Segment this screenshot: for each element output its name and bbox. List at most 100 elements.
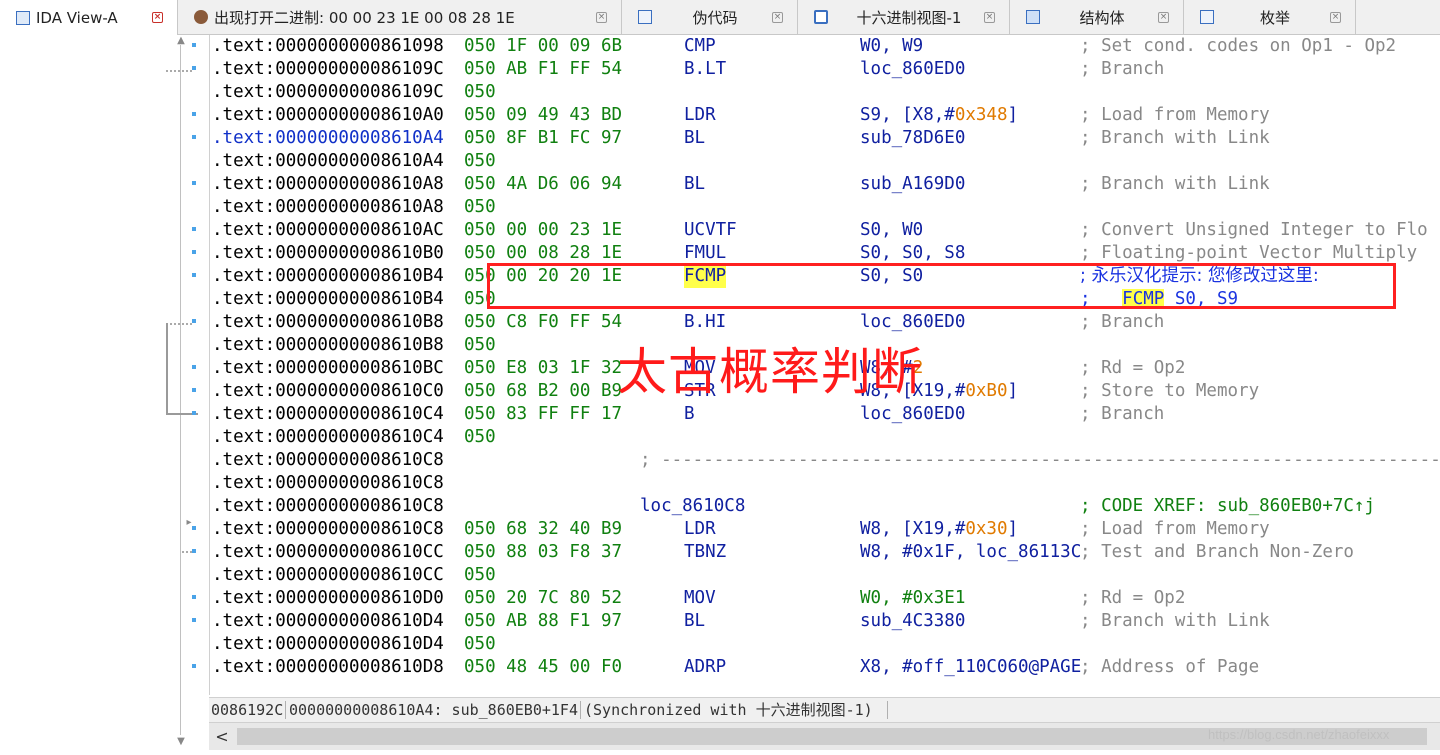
- row-operands[interactable]: sub_78D6E0: [860, 127, 965, 150]
- row-mnemonic[interactable]: CMP: [684, 35, 716, 58]
- tab-3[interactable]: 伪代码 ×: [622, 0, 798, 34]
- listing-row[interactable]: .text:00000000008610A8 050 4A D6 06 94 BL s…: [210, 173, 1440, 196]
- gutter-up-arrow-icon[interactable]: ▲: [176, 36, 186, 46]
- row-address: .text:00000000008610C8: [212, 450, 444, 470]
- row-mnemonic[interactable]: BL: [684, 127, 705, 150]
- row-operands[interactable]: S0, W0: [860, 219, 923, 242]
- listing-row[interactable]: .text:00000000008610B0 050 00 08 28 1E FMU…: [210, 242, 1440, 265]
- listing-row[interactable]: .text:00000000008610A0 050 09 49 43 BD LDR…: [210, 104, 1440, 127]
- row-operands[interactable]: loc_860ED0: [860, 311, 965, 334]
- row-mnemonic[interactable]: LDR: [684, 518, 716, 541]
- listing-row[interactable]: .text:00000000008610D4 050 AB 88 F1 97 BL s…: [210, 610, 1440, 633]
- row-xref[interactable]: ; CODE XREF: sub_860EB0+7C↑j: [1080, 495, 1375, 518]
- listing-row[interactable]: .text:00000000008610CC 050 88 03 F8 37 TBN…: [210, 541, 1440, 564]
- tab-label: 伪代码: [692, 8, 738, 27]
- row-address: .text:00000000008610C8: [212, 473, 444, 493]
- line-marker-icon: [192, 181, 196, 185]
- listing-row[interactable]: .text:000000000086109C 050: [210, 81, 1440, 104]
- line-marker-icon: [192, 319, 196, 323]
- tab-5[interactable]: 结构体 ×: [1010, 0, 1184, 34]
- tab-2[interactable]: 出现打开二进制: 00 00 23 1E 00 08 28 1E ×: [178, 0, 622, 34]
- row-operands[interactable]: S9, [X8,#0x348]: [860, 104, 1018, 127]
- close-icon[interactable]: ×: [772, 11, 783, 23]
- line-marker-icon: [192, 112, 196, 116]
- listing-row[interactable]: .text:00000000008610A4 050: [210, 150, 1440, 173]
- row-mnemonic[interactable]: FMUL: [684, 242, 726, 265]
- listing-row[interactable]: .text:00000000008610C4 050 83 FF FF 17 Blo…: [210, 403, 1440, 426]
- listing-row[interactable]: .text:000000000086109C 050 AB F1 FF 54 B.L…: [210, 58, 1440, 81]
- row-bytes: 050 AB 88 F1 97: [464, 611, 623, 631]
- close-icon[interactable]: ×: [984, 11, 995, 23]
- scroll-left-icon[interactable]: <: [209, 723, 235, 750]
- row-comment: ; Load from Memory: [1080, 519, 1270, 539]
- listing-row[interactable]: .text:0000000000861098 050 1F 00 09 6B CMP…: [210, 35, 1440, 58]
- row-operands[interactable]: S0, S0, S8: [860, 242, 965, 265]
- hex-view-icon: [814, 10, 828, 24]
- watermark: https://blog.csdn.net/zhaofeixxx: [1208, 727, 1390, 742]
- line-marker-icon: [192, 526, 196, 530]
- flow-arrow-branch: [166, 323, 192, 325]
- row-operands[interactable]: W0, W9: [860, 35, 923, 58]
- row-operands[interactable]: loc_860ED0: [860, 403, 965, 426]
- flow-arrow-line: [180, 45, 181, 735]
- gutter-down-arrow-icon[interactable]: ▼: [176, 737, 186, 747]
- listing-row[interactable]: .text:00000000008610C8: [210, 472, 1440, 495]
- row-address: .text:000000000086109C: [212, 82, 444, 102]
- listing-row[interactable]: .text:00000000008610D4 050: [210, 633, 1440, 656]
- listing-row[interactable]: .text:00000000008610C8 loc_8610C8 ; CODE X…: [210, 495, 1440, 518]
- close-icon[interactable]: ×: [152, 12, 163, 23]
- listing-row[interactable]: .text:00000000008610C8 050 68 32 40 B9 LDR…: [210, 518, 1440, 541]
- row-mnemonic[interactable]: B.HI: [684, 311, 726, 334]
- row-mnemonic[interactable]: TBNZ: [684, 541, 726, 564]
- line-marker-icon: [192, 135, 196, 139]
- row-operands[interactable]: sub_4C3380: [860, 610, 965, 633]
- row-bytes: 050 83 FF FF 17: [464, 404, 623, 424]
- row-mnemonic[interactable]: B.LT: [684, 58, 726, 81]
- listing-row[interactable]: .text:00000000008610C8 ; ----------------…: [210, 449, 1440, 472]
- listing-row[interactable]: .text:00000000008610CC 050: [210, 564, 1440, 587]
- row-operands[interactable]: loc_860ED0: [860, 58, 965, 81]
- listing-row[interactable]: .text:00000000008610C4 050: [210, 426, 1440, 449]
- row-mnemonic[interactable]: BL: [684, 610, 705, 633]
- row-operands[interactable]: W0, #0x3E1: [860, 587, 965, 610]
- tab-6[interactable]: 枚举 ×: [1184, 0, 1356, 34]
- row-comment: ; Branch with Link: [1080, 611, 1270, 631]
- row-address: .text:00000000008610A8: [212, 174, 444, 194]
- operand-text: ]: [1007, 381, 1019, 401]
- row-mnemonic[interactable]: LDR: [684, 104, 716, 127]
- flow-arrow-branch: [182, 551, 192, 553]
- listing-row[interactable]: .text:00000000008610D0 050 20 7C 80 52 MOV…: [210, 587, 1440, 610]
- row-bytes: 050 88 03 F8 37: [464, 542, 623, 562]
- row-operands[interactable]: X8, #off_110C060@PAGE: [860, 656, 1081, 679]
- tab-1[interactable]: IDA View-A ×: [0, 0, 178, 35]
- row-operands[interactable]: W8, #0x1F, loc_86113C: [860, 541, 1081, 564]
- row-address: .text:00000000008610C0: [212, 381, 444, 401]
- row-mnemonic[interactable]: UCVTF: [684, 219, 737, 242]
- row-address: .text:00000000008610A0: [212, 105, 444, 125]
- struct-icon: [1026, 10, 1040, 24]
- row-operands[interactable]: W8, [X19,#0x30]: [860, 518, 1018, 541]
- close-icon[interactable]: ×: [1330, 11, 1341, 23]
- row-label[interactable]: loc_8610C8: [640, 495, 745, 518]
- status-bar: 0086192C 00000000008610A4: sub_860EB0+1F…: [209, 697, 1440, 722]
- row-bytes: 050 AB F1 FF 54: [464, 59, 623, 79]
- row-address: .text:00000000008610C8: [212, 519, 444, 539]
- row-mnemonic[interactable]: BL: [684, 173, 705, 196]
- row-mnemonic[interactable]: MOV: [684, 587, 716, 610]
- tab-label: IDA View-A: [36, 8, 118, 27]
- tab-label: 十六进制视图-1: [856, 8, 962, 27]
- row-mnemonic[interactable]: ADRP: [684, 656, 726, 679]
- row-bytes: 050 1F 00 09 6B: [464, 36, 623, 56]
- row-mnemonic[interactable]: B: [684, 403, 695, 426]
- listing-row[interactable]: .text:00000000008610A4 050 8F B1 FC 97 BL s…: [210, 127, 1440, 150]
- close-icon[interactable]: ×: [1158, 11, 1169, 23]
- line-marker-icon: [192, 618, 196, 622]
- listing-row[interactable]: .text:00000000008610A8 050: [210, 196, 1440, 219]
- close-icon[interactable]: ×: [596, 11, 607, 23]
- listing-row[interactable]: .text:00000000008610D8 050 48 45 00 F0 ADR…: [210, 656, 1440, 679]
- listing-row[interactable]: .text:00000000008610AC 050 00 00 23 1E UCV…: [210, 219, 1440, 242]
- listing-row[interactable]: .text:00000000008610B8 050 C8 F0 FF 54 B.H…: [210, 311, 1440, 334]
- row-address: .text:00000000008610B4: [212, 266, 444, 286]
- tab-4[interactable]: 十六进制视图-1 ×: [798, 0, 1010, 34]
- row-operands[interactable]: sub_A169D0: [860, 173, 965, 196]
